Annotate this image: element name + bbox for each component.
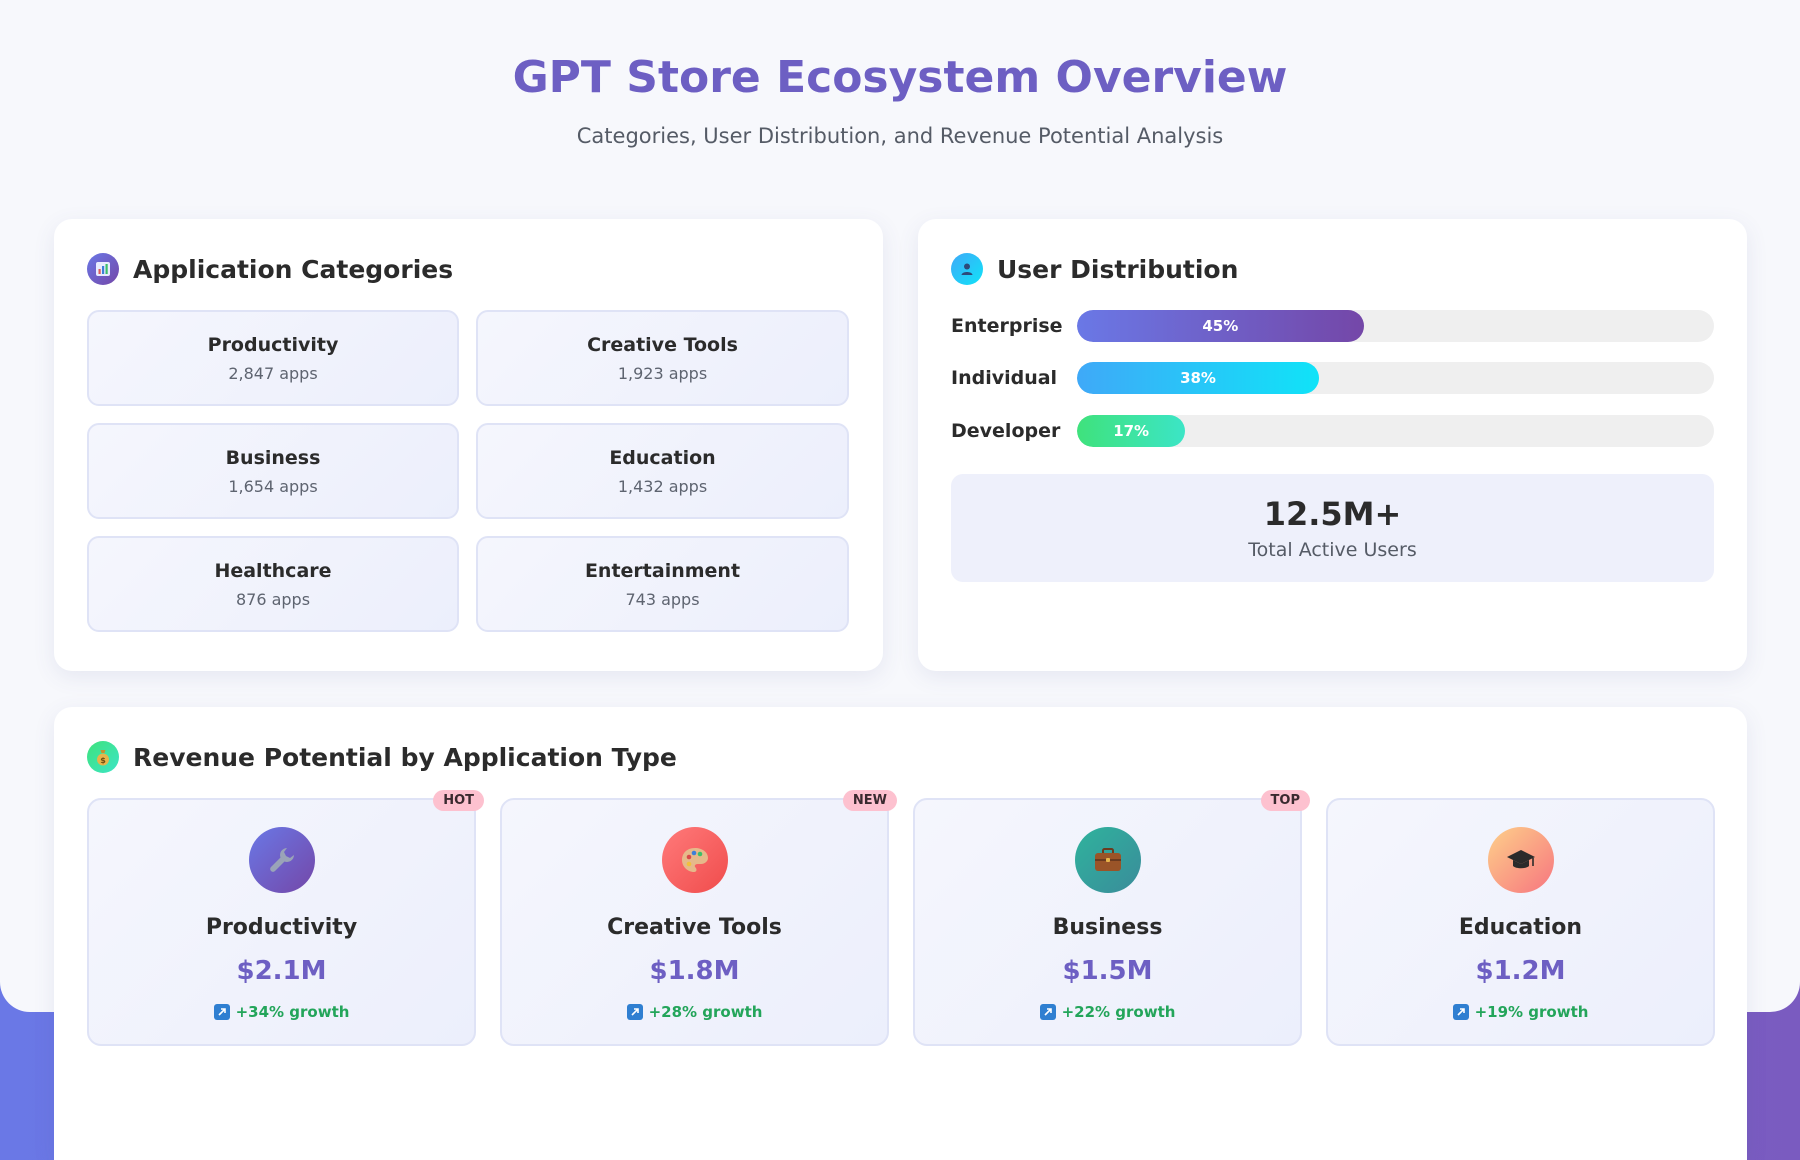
revenue-card-name: Education	[1458, 915, 1583, 940]
distribution-value: 17%	[1113, 422, 1150, 440]
distribution-bar-track: 17%	[1077, 415, 1714, 447]
category-app-count: 1,654 apps	[228, 476, 318, 496]
user-distribution-title: User Distribution	[997, 254, 1239, 284]
revenue-card-productivity[interactable]: HOT Productivity $2.1M +34% growth	[87, 790, 484, 1046]
distribution-label: Enterprise	[951, 315, 1063, 337]
total-users-label: Total Active Users	[1248, 539, 1417, 561]
distribution-label: Individual	[951, 367, 1058, 389]
revenue-card-value: $2.1M	[236, 956, 327, 986]
user-distribution-panel: User Distribution Enterprise 45% Individ…	[918, 219, 1747, 671]
total-users-value: 12.5M+	[1263, 495, 1402, 533]
category-app-count: 1,923 apps	[617, 363, 708, 383]
distribution-bar-track: 45%	[1077, 310, 1714, 342]
revenue-card-name: Business	[1052, 915, 1163, 940]
wrench-icon	[248, 827, 315, 893]
revenue-card-growth: +28% growth	[502, 1003, 887, 1021]
revenue-card-value: $1.2M	[1475, 956, 1566, 986]
categories-panel-header: Application Categories	[87, 251, 453, 287]
categories-panel: Application Categories Productivity 2,84…	[54, 219, 883, 671]
revenue-card-growth: +19% growth	[1328, 1003, 1713, 1021]
arrow-up-right-icon	[626, 1004, 643, 1020]
user-icon	[951, 253, 983, 285]
growth-text: +19% growth	[1474, 1003, 1589, 1021]
badge-top: TOP	[1260, 790, 1310, 811]
distribution-row-enterprise: Enterprise 45%	[951, 310, 1714, 342]
growth-text: +22% growth	[1061, 1003, 1176, 1021]
page-subtitle: Categories, User Distribution, and Reven…	[576, 124, 1224, 148]
revenue-card-value: $1.5M	[1062, 956, 1153, 986]
category-card-education[interactable]: Education 1,432 apps	[476, 423, 849, 519]
badge-new: NEW	[842, 790, 897, 811]
badge-hot: HOT	[433, 790, 484, 811]
category-card-creative-tools[interactable]: Creative Tools 1,923 apps	[476, 310, 849, 406]
palette-icon	[661, 827, 728, 893]
category-name: Productivity	[207, 333, 339, 356]
revenue-panel-header: $ Revenue Potential by Application Type	[87, 739, 677, 775]
category-app-count: 743 apps	[625, 589, 700, 609]
category-grid: Productivity 2,847 apps Creative Tools 1…	[87, 310, 850, 632]
distribution-value: 38%	[1180, 369, 1216, 387]
distribution-label: Developer	[951, 420, 1061, 442]
bar-chart-icon	[87, 253, 119, 285]
distribution-bar-individual: 38%	[1077, 362, 1320, 394]
category-card-business[interactable]: Business 1,654 apps	[87, 423, 459, 519]
revenue-card-name: Creative Tools	[607, 915, 782, 940]
category-card-productivity[interactable]: Productivity 2,847 apps	[87, 310, 459, 406]
arrow-up-right-icon	[1452, 1004, 1469, 1020]
category-name: Entertainment	[584, 559, 741, 582]
category-app-count: 2,847 apps	[228, 363, 318, 383]
revenue-card-value: $1.8M	[649, 956, 740, 986]
category-card-healthcare[interactable]: Healthcare 876 apps	[87, 536, 459, 632]
revenue-card-creative-tools[interactable]: NEW Creative Tools $1.8M +28% growth	[500, 790, 897, 1046]
distribution-row-individual: Individual 38%	[951, 362, 1714, 394]
revenue-card-name: Productivity	[205, 915, 358, 940]
growth-text: +28% growth	[648, 1003, 763, 1021]
graduation-cap-icon	[1487, 827, 1554, 893]
revenue-card-growth: +34% growth	[89, 1003, 474, 1021]
revenue-card-business[interactable]: TOP Business $1.5M +22% growth	[913, 790, 1310, 1046]
category-card-entertainment[interactable]: Entertainment 743 apps	[476, 536, 849, 632]
money-bag-icon: $	[87, 741, 119, 773]
distribution-bar-track: 38%	[1077, 362, 1714, 394]
category-name: Creative Tools	[587, 333, 738, 356]
svg-text:$: $	[100, 756, 106, 765]
category-name: Education	[609, 446, 716, 469]
user-distribution-header: User Distribution	[951, 251, 1238, 287]
distribution-value: 45%	[1202, 317, 1239, 335]
revenue-panel: $ Revenue Potential by Application Type …	[54, 707, 1747, 1160]
arrow-up-right-icon	[1039, 1004, 1056, 1020]
category-name: Business	[225, 446, 321, 469]
briefcase-icon	[1074, 827, 1141, 893]
category-app-count: 876 apps	[235, 589, 311, 609]
categories-panel-title: Application Categories	[133, 254, 454, 284]
category-name: Healthcare	[214, 559, 332, 582]
distribution-row-developer: Developer 17%	[951, 415, 1714, 447]
total-users-box: 12.5M+ Total Active Users	[951, 474, 1714, 582]
category-app-count: 1,432 apps	[617, 476, 708, 496]
distribution-bar-developer: 17%	[1077, 415, 1186, 447]
revenue-card-growth: +22% growth	[915, 1003, 1300, 1021]
revenue-panel-title: Revenue Potential by Application Type	[133, 742, 677, 772]
growth-text: +34% growth	[235, 1003, 350, 1021]
page-background: GPT Store Ecosystem Overview Categories,…	[0, 0, 1800, 1160]
distribution-bar-enterprise: 45%	[1077, 310, 1364, 342]
page-title: GPT Store Ecosystem Overview	[512, 52, 1288, 103]
arrow-up-right-icon	[213, 1004, 230, 1020]
revenue-card-education[interactable]: Education $1.2M +19% growth	[1326, 798, 1715, 1046]
